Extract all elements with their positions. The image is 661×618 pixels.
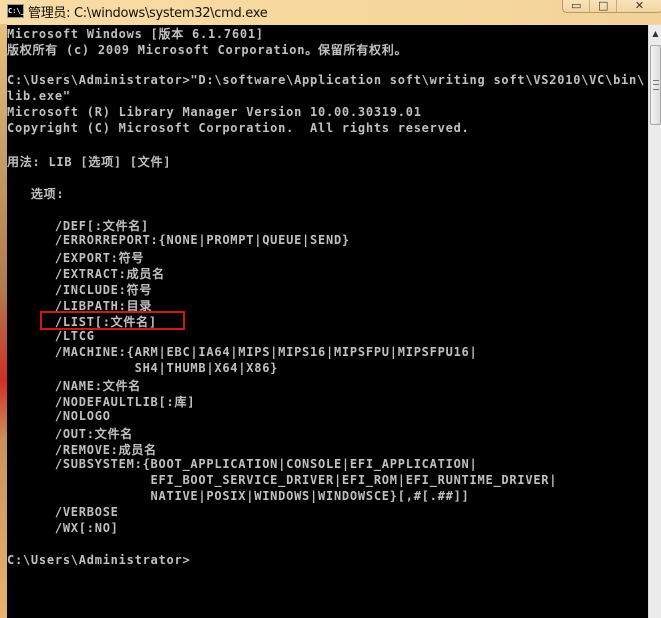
console-line: SH4|THUMB|X64|X86} <box>7 361 279 375</box>
console-line: C:\Users\Administrator> <box>7 553 191 567</box>
highlight-box-list-option <box>40 311 185 330</box>
console-line: /INCLUDE:符号 <box>7 283 153 297</box>
console-line: 选项: <box>7 187 65 201</box>
window-title: 管理员: C:\windows\system32\cmd.exe <box>28 6 268 21</box>
vertical-scrollbar[interactable]: ▲ <box>648 25 661 618</box>
title-bar[interactable]: C:\_ 管理员: C:\windows\system32\cmd.exe ▭ … <box>0 0 661 24</box>
console-line: /OUT:文件名 <box>7 427 133 441</box>
window-frame-left <box>0 24 7 618</box>
console-line: /VERBOSE <box>7 505 119 519</box>
console-line: /ERRORREPORT:{NONE|PROMPT|QUEUE|SEND} <box>7 233 350 247</box>
grip-icon <box>653 80 659 90</box>
console-line: lib.exe" <box>7 89 71 103</box>
console-line: /MACHINE:{ARM|EBC|IA64|MIPS|MIPS16|MIPSF… <box>7 345 478 359</box>
console-line: 版权所有 (c) 2009 Microsoft Corporation。保留所有… <box>7 43 408 57</box>
close-icon: ✕ <box>634 0 645 12</box>
console-line: /WX[:NO] <box>7 521 119 535</box>
console-line: /NOLOGO <box>7 409 111 423</box>
console-line: /LTCG <box>7 329 95 343</box>
minimize-button[interactable]: ▭ <box>563 0 591 12</box>
scroll-thumb[interactable] <box>650 45 661 125</box>
maximize-button[interactable]: □ <box>590 0 617 12</box>
console-line: /REMOVE:成员名 <box>7 443 157 457</box>
console-line: /NAME:文件名 <box>7 379 141 393</box>
console-line: 用法: LIB [选项] [文件] <box>7 155 172 169</box>
maximize-icon: □ <box>597 0 609 12</box>
console-line: /SUBSYSTEM:{BOOT_APPLICATION|CONSOLE|EFI… <box>7 457 478 471</box>
close-button[interactable]: ✕ <box>617 0 661 12</box>
cmd-icon[interactable]: C:\_ <box>7 4 25 18</box>
console-line: /EXTRACT:成员名 <box>7 267 165 281</box>
console-line: /NODEFAULTLIB[:库] <box>7 395 196 409</box>
console-line: /DEF[:文件名] <box>7 219 149 233</box>
console-line: EFI_BOOT_SERVICE_DRIVER|EFI_ROM|EFI_RUNT… <box>7 473 558 487</box>
minimize-icon: ▭ <box>571 0 582 12</box>
arrow-up-icon: ▲ <box>652 29 659 38</box>
scroll-up-button[interactable]: ▲ <box>649 25 661 42</box>
console-line: NATIVE|POSIX|WINDOWS|WINDOWSCE}[,#[.##]] <box>7 489 470 503</box>
window-controls: ▭ □ ✕ <box>562 0 661 13</box>
console-line: Copyright (C) Microsoft Corporation. All… <box>7 121 470 135</box>
console-line: Microsoft (R) Library Manager Version 10… <box>7 105 422 119</box>
console-line: Microsoft Windows [版本 6.1.7601] <box>7 27 264 41</box>
console-line: /EXPORT:符号 <box>7 251 145 265</box>
console-line: C:\Users\Administrator>"D:\software\Appl… <box>7 73 645 87</box>
